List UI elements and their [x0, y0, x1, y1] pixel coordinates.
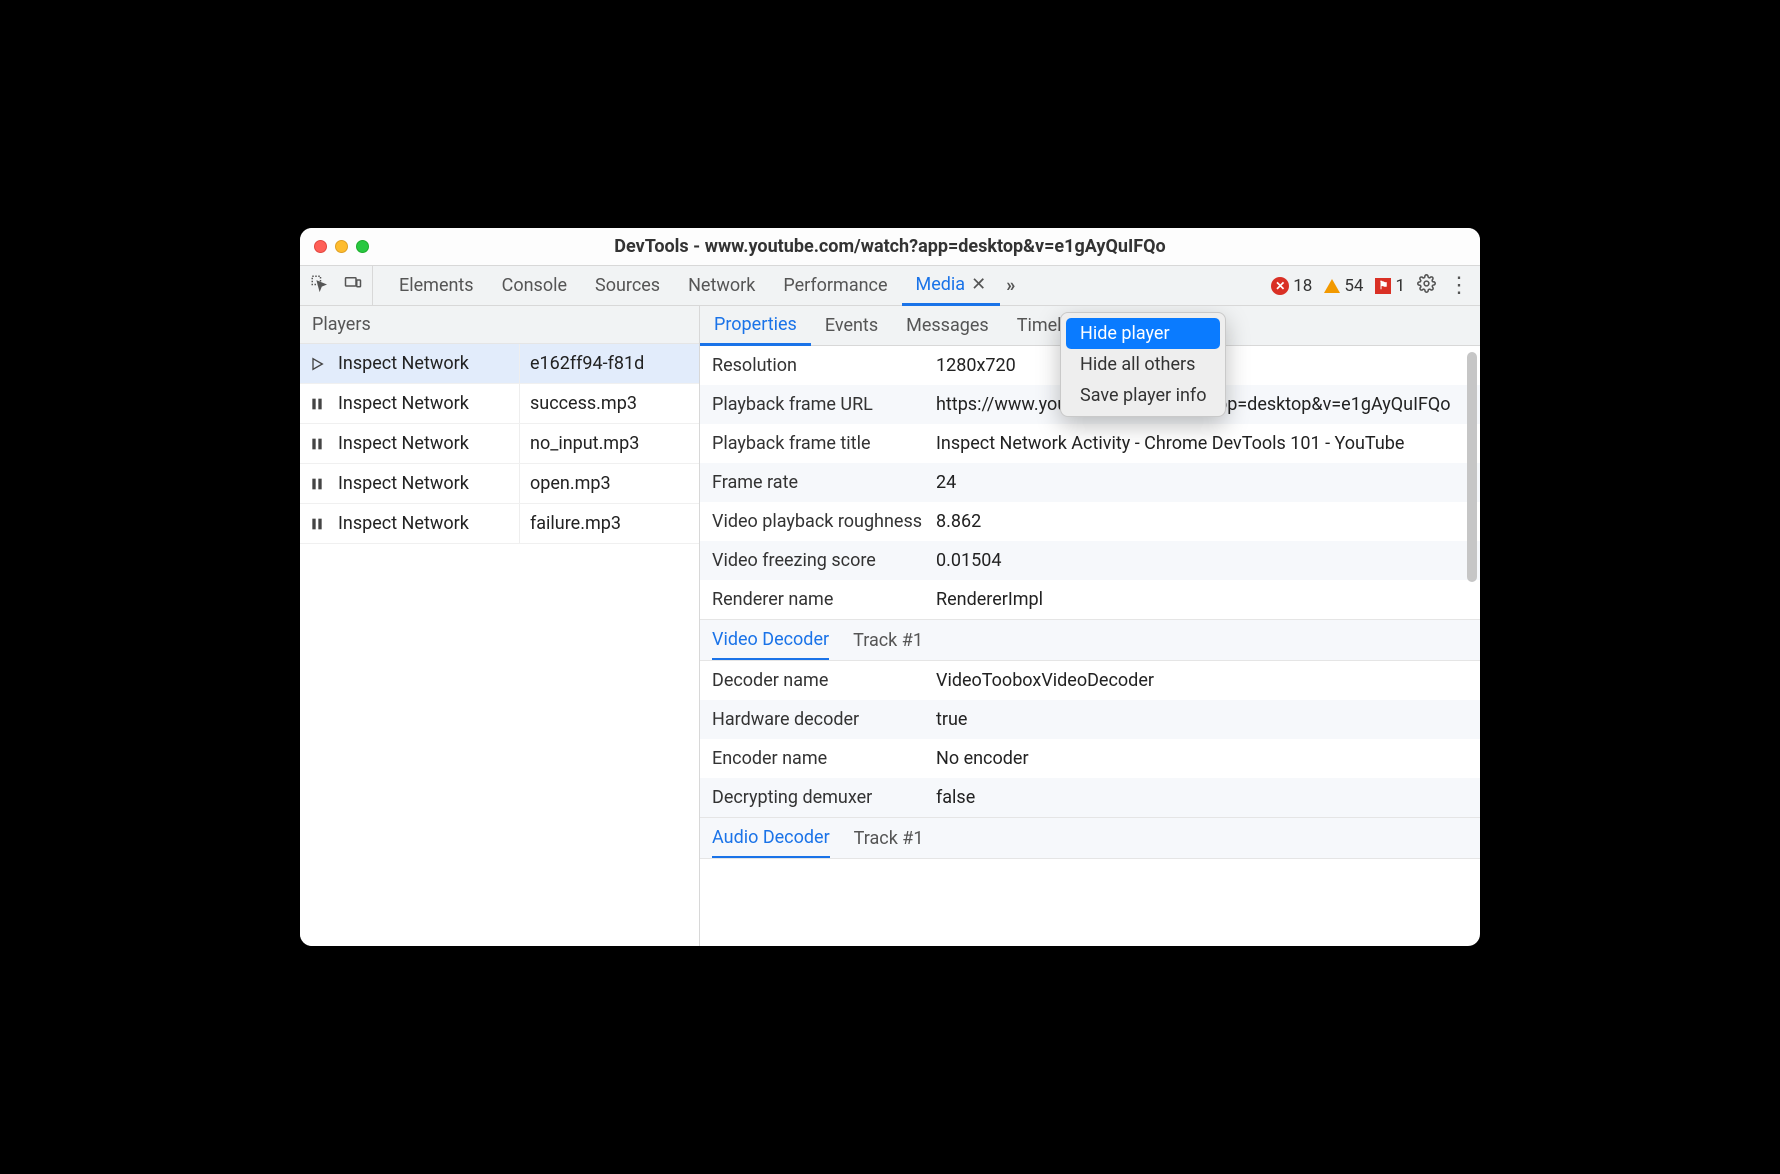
player-file: e162ff94-f81d [520, 353, 699, 374]
error-icon: ✕ [1271, 277, 1289, 295]
section-header: Video Decoder Track #1 [700, 619, 1480, 661]
property-label: Video freezing score [712, 550, 936, 571]
player-file: open.mp3 [520, 473, 699, 494]
section-title[interactable]: Audio Decoder [712, 818, 830, 858]
issues-count: 1 [1395, 276, 1405, 296]
subtab-properties[interactable]: Properties [700, 307, 811, 346]
context-menu-item[interactable]: Save player info [1066, 380, 1220, 411]
panel-tabs: ElementsConsoleSourcesNetworkPerformance… [373, 266, 1000, 305]
property-label: Resolution [712, 355, 936, 376]
pause-icon [300, 436, 334, 452]
tab-sources[interactable]: Sources [581, 266, 674, 305]
player-row[interactable]: Inspect Networke162ff94-f81d [300, 344, 699, 384]
devtools-window: DevTools - www.youtube.com/watch?app=des… [300, 228, 1480, 946]
player-label: Inspect Network [334, 464, 520, 503]
section-header: Audio Decoder Track #1 [700, 817, 1480, 859]
players-sidebar: Players Inspect Networke162ff94-f81dInsp… [300, 306, 700, 946]
devtools-toolbar: ElementsConsoleSourcesNetworkPerformance… [300, 266, 1480, 306]
warning-icon [1324, 279, 1340, 293]
toolbar-right: ✕ 18 54 ⚑ 1 ⋮ [1271, 274, 1480, 298]
property-row: Decoder nameVideoTooboxVideoDecoder [700, 661, 1480, 700]
property-value: 24 [936, 472, 1468, 493]
play-icon [300, 356, 334, 372]
device-toolbar-icon[interactable] [344, 274, 362, 297]
property-value: false [936, 787, 1468, 808]
property-value: Inspect Network Activity - Chrome DevToo… [936, 433, 1468, 454]
players-list: Inspect Networke162ff94-f81dInspect Netw… [300, 344, 699, 544]
player-row[interactable]: Inspect Networkno_input.mp3 [300, 424, 699, 464]
tab-elements[interactable]: Elements [385, 266, 488, 305]
player-row[interactable]: Inspect Networksuccess.mp3 [300, 384, 699, 424]
scrollbar[interactable] [1467, 352, 1477, 582]
property-row: Encoder nameNo encoder [700, 739, 1480, 778]
section-track[interactable]: Track #1 [853, 630, 923, 651]
tab-media[interactable]: Media✕ [902, 267, 1001, 306]
pause-icon [300, 396, 334, 412]
close-tab-icon[interactable]: ✕ [971, 274, 986, 295]
issues-badge[interactable]: ⚑ 1 [1375, 276, 1405, 296]
toolbar-tools [300, 266, 373, 305]
player-context-menu: Hide playerHide all othersSave player in… [1060, 312, 1226, 417]
player-file: success.mp3 [520, 393, 699, 414]
warnings-badge[interactable]: 54 [1324, 276, 1363, 296]
errors-badge[interactable]: ✕ 18 [1271, 276, 1312, 296]
context-menu-item[interactable]: Hide all others [1066, 349, 1220, 380]
property-label: Decoder name [712, 670, 936, 691]
property-label: Renderer name [712, 589, 936, 610]
inspect-element-icon[interactable] [310, 274, 328, 297]
errors-count: 18 [1293, 276, 1312, 296]
pause-icon [300, 476, 334, 492]
tab-console[interactable]: Console [488, 266, 581, 305]
property-label: Playback frame title [712, 433, 936, 454]
warnings-count: 54 [1344, 276, 1363, 296]
section-title[interactable]: Video Decoder [712, 620, 829, 660]
property-value: VideoTooboxVideoDecoder [936, 670, 1468, 691]
section-track[interactable]: Track #1 [854, 828, 924, 849]
property-value: 0.01504 [936, 550, 1468, 571]
player-row[interactable]: Inspect Networkopen.mp3 [300, 464, 699, 504]
player-file: failure.mp3 [520, 513, 699, 534]
property-value: No encoder [936, 748, 1468, 769]
property-row: Hardware decodertrue [700, 700, 1480, 739]
property-value: 8.862 [936, 511, 1468, 532]
more-tabs-icon[interactable]: » [1006, 275, 1015, 296]
window-title: DevTools - www.youtube.com/watch?app=des… [300, 236, 1480, 257]
tab-network[interactable]: Network [674, 266, 769, 305]
property-row: Frame rate24 [700, 463, 1480, 502]
player-row[interactable]: Inspect Networkfailure.mp3 [300, 504, 699, 544]
property-label: Hardware decoder [712, 709, 936, 730]
player-label: Inspect Network [334, 504, 520, 543]
tab-performance[interactable]: Performance [769, 266, 901, 305]
property-value: RendererImpl [936, 589, 1468, 610]
details-pane: PropertiesEventsMessagesTimeline Resolut… [700, 306, 1480, 946]
property-row: Video playback roughness8.862 [700, 502, 1480, 541]
property-label: Decrypting demuxer [712, 787, 936, 808]
property-row: Decrypting demuxerfalse [700, 778, 1480, 817]
settings-icon[interactable] [1417, 274, 1436, 298]
property-label: Playback frame URL [712, 394, 936, 415]
player-label: Inspect Network [334, 384, 520, 423]
property-label: Encoder name [712, 748, 936, 769]
content-area: Players Inspect Networke162ff94-f81dInsp… [300, 306, 1480, 946]
player-file: no_input.mp3 [520, 433, 699, 454]
pause-icon [300, 516, 334, 532]
property-row: Renderer nameRendererImpl [700, 580, 1480, 619]
titlebar: DevTools - www.youtube.com/watch?app=des… [300, 228, 1480, 266]
property-value: true [936, 709, 1468, 730]
player-label: Inspect Network [334, 344, 520, 383]
subtab-events[interactable]: Events [811, 306, 892, 345]
property-row: Video freezing score0.01504 [700, 541, 1480, 580]
flag-icon: ⚑ [1375, 278, 1391, 294]
context-menu-item[interactable]: Hide player [1066, 318, 1220, 349]
player-label: Inspect Network [334, 424, 520, 463]
subtab-messages[interactable]: Messages [892, 306, 1003, 345]
properties-panel: Resolution1280x720Playback frame URLhttp… [700, 346, 1480, 946]
property-label: Frame rate [712, 472, 936, 493]
property-label: Video playback roughness [712, 511, 936, 532]
players-header: Players [300, 306, 699, 344]
property-row: Playback frame titleInspect Network Acti… [700, 424, 1480, 463]
